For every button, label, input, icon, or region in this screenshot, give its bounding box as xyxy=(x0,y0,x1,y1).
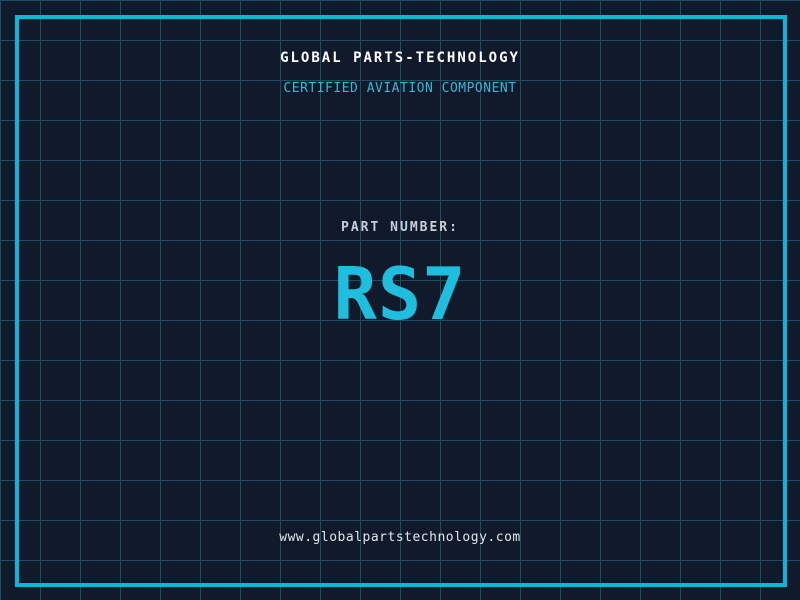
company-title: GLOBAL PARTS-TECHNOLOGY xyxy=(280,50,520,66)
part-number-value: RS7 xyxy=(333,252,467,336)
website-url: www.globalpartstechnology.com xyxy=(279,530,521,545)
certificate-card: GLOBAL PARTS-TECHNOLOGY CERTIFIED AVIATI… xyxy=(0,0,800,600)
part-number-label: PART NUMBER: xyxy=(341,220,459,235)
certification-subtitle: CERTIFIED AVIATION COMPONENT xyxy=(283,81,517,96)
